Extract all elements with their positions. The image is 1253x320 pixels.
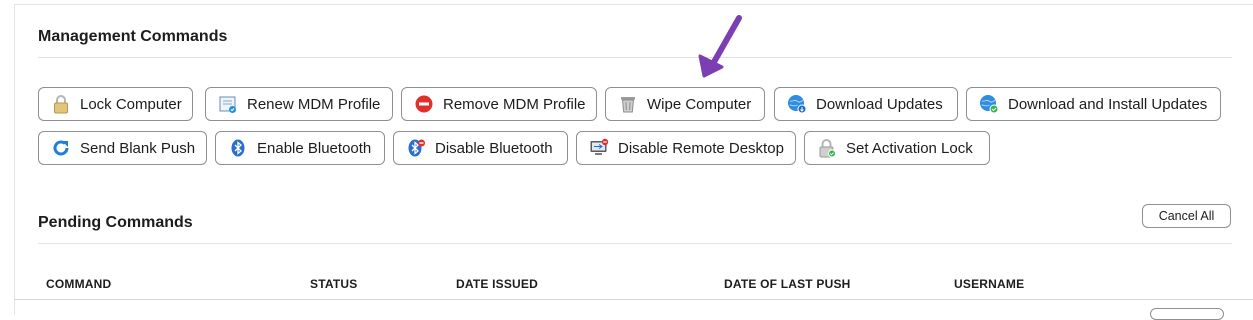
management-divider bbox=[38, 57, 1232, 58]
cancel-all-button[interactable]: Cancel All bbox=[1142, 204, 1231, 228]
bluetooth-icon bbox=[228, 138, 248, 158]
disable-remote-desktop-label: Disable Remote Desktop bbox=[618, 140, 784, 157]
column-date-issued[interactable]: DATE ISSUED bbox=[456, 277, 538, 291]
certificate-icon bbox=[218, 94, 238, 114]
pending-divider bbox=[38, 243, 1232, 244]
column-command[interactable]: COMMAND bbox=[46, 277, 111, 291]
lock-computer-label: Lock Computer bbox=[80, 96, 182, 113]
disable-bluetooth-button[interactable]: Disable Bluetooth bbox=[393, 131, 568, 165]
management-commands-title: Management Commands bbox=[38, 28, 227, 46]
download-and-install-updates-label: Download and Install Updates bbox=[1008, 96, 1207, 113]
bluetooth-disabled-icon bbox=[406, 138, 426, 158]
download-and-install-updates-button[interactable]: Download and Install Updates bbox=[966, 87, 1221, 121]
send-blank-push-label: Send Blank Push bbox=[80, 140, 195, 157]
lock-icon bbox=[51, 94, 71, 114]
lock-computer-button[interactable]: Lock Computer bbox=[38, 87, 193, 121]
enable-bluetooth-label: Enable Bluetooth bbox=[257, 140, 371, 157]
row-action-button[interactable] bbox=[1150, 308, 1224, 320]
column-status[interactable]: STATUS bbox=[310, 277, 357, 291]
trash-icon bbox=[618, 94, 638, 114]
table-header-divider bbox=[14, 299, 1253, 300]
disable-remote-desktop-button[interactable]: Disable Remote Desktop bbox=[576, 131, 796, 165]
download-updates-label: Download Updates bbox=[816, 96, 943, 113]
pending-commands-title: Pending Commands bbox=[38, 214, 193, 232]
refresh-icon bbox=[51, 138, 71, 158]
download-updates-button[interactable]: Download Updates bbox=[774, 87, 958, 121]
send-blank-push-button[interactable]: Send Blank Push bbox=[38, 131, 207, 165]
renew-mdm-profile-button[interactable]: Renew MDM Profile bbox=[205, 87, 393, 121]
remove-mdm-profile-label: Remove MDM Profile bbox=[443, 96, 586, 113]
wipe-computer-button[interactable]: Wipe Computer bbox=[605, 87, 765, 121]
disable-bluetooth-label: Disable Bluetooth bbox=[435, 140, 553, 157]
activation-lock-icon bbox=[817, 138, 837, 158]
set-activation-lock-label: Set Activation Lock bbox=[846, 140, 973, 157]
column-username[interactable]: USERNAME bbox=[954, 277, 1024, 291]
column-date-of-last-push[interactable]: DATE OF LAST PUSH bbox=[724, 277, 851, 291]
remote-desktop-disabled-icon bbox=[589, 138, 609, 158]
globe-install-icon bbox=[979, 94, 999, 114]
remove-mdm-profile-button[interactable]: Remove MDM Profile bbox=[401, 87, 597, 121]
no-entry-icon bbox=[414, 94, 434, 114]
set-activation-lock-button[interactable]: Set Activation Lock bbox=[804, 131, 990, 165]
enable-bluetooth-button[interactable]: Enable Bluetooth bbox=[215, 131, 385, 165]
globe-download-icon bbox=[787, 94, 807, 114]
wipe-computer-label: Wipe Computer bbox=[647, 96, 751, 113]
renew-mdm-profile-label: Renew MDM Profile bbox=[247, 96, 380, 113]
annotation-arrow-icon bbox=[690, 12, 750, 82]
